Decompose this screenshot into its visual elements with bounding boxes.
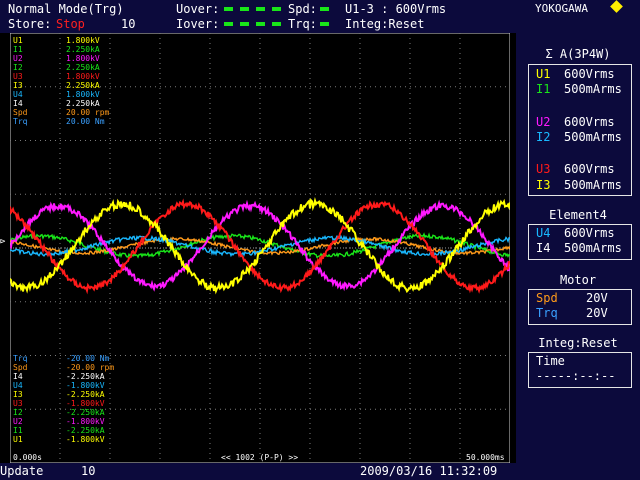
range-value: 600Vrms (564, 162, 615, 176)
plot-end-time: 50.000ms (466, 453, 505, 462)
spd-label: Spd: (288, 2, 317, 16)
upper-scale-channel: Trq (13, 117, 28, 126)
uover-indicator (272, 7, 281, 11)
range-value: 500mArms (564, 241, 622, 255)
range-value: 500mArms (564, 130, 622, 144)
brand-logo: YOKOGAWA (535, 2, 588, 15)
lower-scale-value: -20.00 rpm (66, 363, 115, 372)
lower-scale-channel: Spd (13, 363, 28, 372)
range-channel: I1 (536, 82, 551, 96)
uover-indicator (224, 7, 233, 11)
update-count: 10 (81, 464, 96, 478)
range-value: 600Vrms (564, 226, 615, 240)
upper-scale-channel: I3 (13, 81, 23, 90)
status-header: Normal Mode(Trg) Store: Stop 10 Uover: I… (0, 0, 640, 33)
lower-scale-channel: U2 (13, 417, 23, 426)
iover-indicator (256, 22, 265, 26)
trigger-marker-icon: ⊳ (0, 237, 6, 247)
upper-scale-value: 2.250kA (66, 99, 100, 108)
time-label: Time (536, 354, 565, 368)
lower-scale-channel: I3 (13, 390, 23, 399)
lower-scale-value: -20.00 Nm (66, 354, 110, 363)
integ-status: Integ:Reset (345, 17, 425, 31)
range-channel: I3 (536, 178, 551, 192)
upper-scale-channel: U1 (13, 36, 23, 45)
range-value: 20V (586, 306, 608, 320)
upper-scale-value: 20.00 Nm (66, 117, 105, 126)
upper-scale-value: 1.800kV (66, 90, 100, 99)
range-value: 600Vrms (564, 67, 615, 81)
lower-scale-channel: I2 (13, 408, 23, 417)
group-title-integ: Integ:Reset (538, 336, 618, 350)
iover-indicator (272, 22, 281, 26)
upper-scale-channel: U3 (13, 72, 23, 81)
lower-scale-channel: I4 (13, 372, 23, 381)
uover-indicator (256, 7, 265, 11)
upper-scale-channel: Spd (13, 108, 28, 117)
lower-scale-channel: Trq (13, 354, 28, 363)
upper-scale-channel: I4 (13, 99, 23, 108)
range-sidebar: Σ A(3P4W) U1 600Vrms I1 500mArms U2 600Vrms I2… (516, 33, 640, 463)
store-state: Stop (56, 17, 85, 31)
group-title-sigma-a: Σ A(3P4W) (545, 47, 611, 61)
range-channel: I2 (536, 130, 551, 144)
range-channel: U4 (536, 226, 551, 240)
upper-scale-channel: U2 (13, 54, 23, 63)
group-title-motor: Motor (559, 273, 597, 287)
mode-text: Normal Mode(Trg) (8, 2, 124, 16)
datetime: 2009/03/16 11:32:09 (360, 464, 498, 478)
plot-points: << 1002 (P-P) >> (221, 453, 299, 462)
upper-scale-value: 2.250kA (66, 45, 100, 54)
lower-scale-value: -2.250kA (66, 426, 105, 435)
uover-label: Uover: (176, 2, 220, 16)
lower-scale-value: -1.800kV (66, 381, 105, 390)
upper-scale-value: 1.800kV (66, 36, 100, 45)
spd-indicator (320, 7, 329, 11)
iover-label: Iover: (176, 17, 220, 31)
range-value: 600Vrms (564, 115, 615, 129)
group-title-element4: Element4 (549, 208, 607, 222)
lower-scale-value: -2.250kA (66, 390, 105, 399)
range-channel: I4 (536, 241, 551, 255)
yokogawa-diamond-icon (610, 0, 623, 13)
range-channel: Trq (536, 306, 558, 320)
lower-scale-value: -1.800kV (66, 435, 105, 444)
lower-scale-channel: I1 (13, 426, 23, 435)
upper-scale-value: 1.800kV (66, 72, 100, 81)
lower-scale-value: -2.250kA (66, 372, 105, 381)
upper-scale-channel: U4 (13, 90, 23, 99)
upper-scale-channel: I1 (13, 45, 23, 54)
upper-scale-value: 2.250kA (66, 63, 100, 72)
range-channel: U1 (536, 67, 551, 81)
store-label: Store: (8, 17, 52, 31)
trq-indicator (320, 22, 329, 26)
plot-start-time: 0.000s (13, 453, 42, 462)
range-value: 20V (586, 291, 608, 305)
range-value: 500mArms (564, 82, 622, 96)
lower-scale-channel: U4 (13, 381, 23, 390)
update-label: Update (0, 464, 44, 478)
lower-scale-value: -2.250kA (66, 408, 105, 417)
upper-scale-value: 1.800kV (66, 54, 100, 63)
range-channel: Spd (536, 291, 558, 305)
trq-label: Trq: (288, 17, 317, 31)
range-channel: U3 (536, 162, 551, 176)
lower-scale-channel: U3 (13, 399, 23, 408)
uover-indicator (240, 7, 249, 11)
lower-scale-value: -1.800kV (66, 417, 105, 426)
upper-scale-channel: I2 (13, 63, 23, 72)
iover-indicator (224, 22, 233, 26)
range-text: U1-3 : 600Vrms (345, 2, 447, 16)
iover-indicator (240, 22, 249, 26)
upper-scale-value: 2.250kA (66, 81, 100, 90)
lower-scale-value: -1.800kV (66, 399, 105, 408)
range-channel: U2 (536, 115, 551, 129)
status-footer: Update 10 2009/03/16 11:32:09 (0, 463, 640, 480)
time-value: -----:--:-- (536, 369, 616, 383)
range-value: 500mArms (564, 178, 622, 192)
store-count: 10 (121, 17, 136, 31)
lower-scale-channel: U1 (13, 435, 23, 444)
upper-scale-value: 20.00 rpm (66, 108, 110, 117)
